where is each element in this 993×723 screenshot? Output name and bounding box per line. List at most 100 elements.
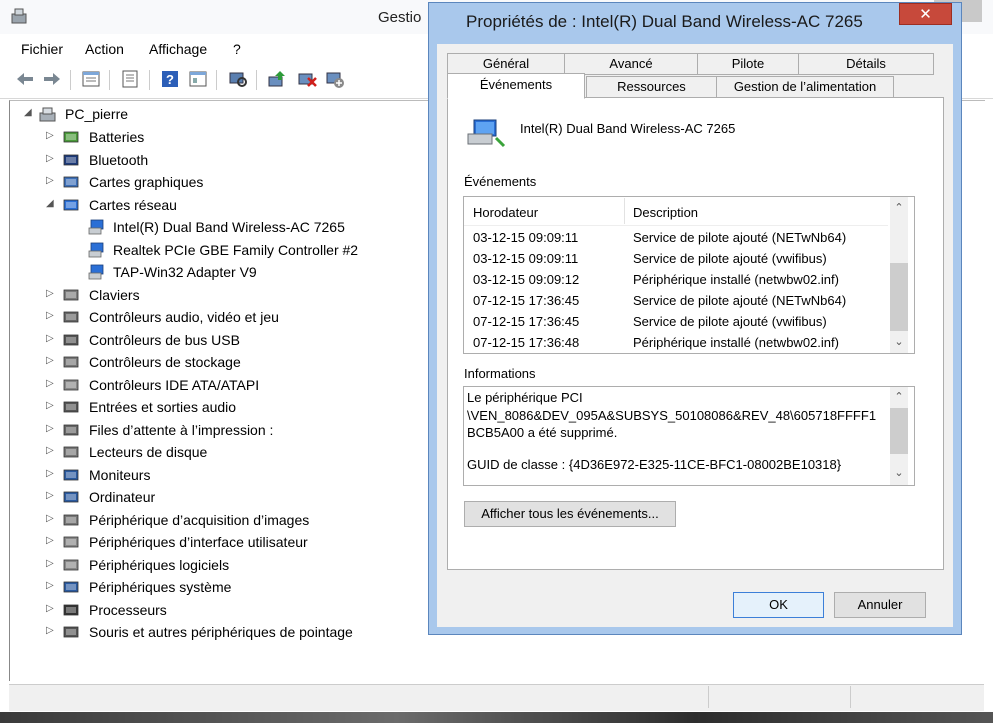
- properties-list-icon[interactable]: [80, 68, 102, 90]
- header-divider: [464, 225, 888, 226]
- expand-arrow-icon[interactable]: ▷: [46, 153, 56, 164]
- expand-arrow-icon[interactable]: ▷: [46, 333, 56, 344]
- forward-icon[interactable]: [41, 68, 63, 90]
- printer-icon: [63, 424, 79, 436]
- status-bar: [9, 684, 984, 711]
- expand-arrow-icon[interactable]: ▷: [46, 423, 56, 434]
- show-all-events-button[interactable]: Afficher tous les événements...: [464, 501, 676, 527]
- tab-evenements[interactable]: Événements: [447, 73, 585, 99]
- event-description[interactable]: Périphérique installé (netwbw02.inf): [633, 269, 839, 290]
- scroll-down-icon[interactable]: ⌄: [890, 334, 908, 350]
- expand-arrow-icon[interactable]: ▷: [46, 355, 56, 366]
- device-name: Intel(R) Dual Band Wireless-AC 7265: [520, 121, 736, 136]
- event-time[interactable]: 07-12-15 17:36:45: [473, 290, 579, 311]
- scroll-up-icon[interactable]: ⌃: [890, 389, 908, 405]
- scroll-down-icon[interactable]: ⌄: [890, 465, 908, 481]
- battery-icon: [63, 131, 79, 143]
- tab-details[interactable]: Détails: [798, 53, 934, 75]
- tree-category-label: Files d’attente à l’impression :: [89, 422, 274, 438]
- menu-action[interactable]: Action: [85, 41, 124, 57]
- disable-icon[interactable]: [296, 68, 318, 90]
- column-header-description[interactable]: Description: [633, 200, 698, 226]
- expand-arrow-icon[interactable]: ▷: [46, 603, 56, 614]
- scan-hardware-icon[interactable]: [227, 68, 249, 90]
- ide-controller-icon: [63, 379, 79, 391]
- tree-category-label: Périphériques système: [89, 579, 232, 595]
- event-time[interactable]: 07-12-15 17:36:45: [473, 311, 579, 332]
- expand-arrow-icon[interactable]: ▷: [46, 535, 56, 546]
- tab-pilote[interactable]: Pilote: [697, 53, 799, 75]
- expand-arrow-icon[interactable]: ▷: [46, 625, 56, 636]
- expand-arrow-icon[interactable]: ▷: [46, 468, 56, 479]
- expand-arrow-icon[interactable]: ▷: [46, 513, 56, 524]
- expand-arrow-icon[interactable]: ▷: [46, 175, 56, 186]
- info-line: GUID de classe : {4D36E972-E325-11CE-BFC…: [467, 457, 842, 472]
- tab-general[interactable]: Général: [447, 53, 565, 75]
- view-pane-icon[interactable]: [187, 68, 209, 90]
- dialog-close-button[interactable]: ✕: [899, 3, 952, 25]
- toolbar-separator: [109, 70, 110, 90]
- event-description[interactable]: Service de pilote ajouté (NETwNb64): [633, 227, 846, 248]
- tab-ressources[interactable]: Ressources: [586, 76, 717, 98]
- uninstall-icon[interactable]: [324, 68, 346, 90]
- tab-avance[interactable]: Avancé: [564, 53, 698, 75]
- event-description[interactable]: Service de pilote ajouté (vwifibus): [633, 248, 827, 269]
- update-driver-icon[interactable]: [266, 68, 288, 90]
- event-time[interactable]: 03-12-15 09:09:11: [473, 248, 578, 269]
- svg-text:?: ?: [166, 72, 174, 87]
- status-bar-divider: [708, 686, 709, 708]
- back-icon[interactable]: [14, 68, 36, 90]
- menu-help[interactable]: ?: [233, 41, 241, 57]
- tree-category-label: Moniteurs: [89, 467, 151, 483]
- network-adapter-icon: [88, 242, 104, 258]
- event-time[interactable]: 07-12-15 17:36:48: [473, 332, 579, 353]
- collapse-arrow-icon[interactable]: ◢: [46, 198, 56, 209]
- network-adapter-icon: [88, 219, 104, 235]
- expand-arrow-icon[interactable]: ▷: [46, 445, 56, 456]
- event-description[interactable]: Service de pilote ajouté (vwifibus): [633, 311, 827, 332]
- status-bar-divider: [850, 686, 851, 708]
- mouse-icon: [63, 626, 79, 638]
- menu-affichage[interactable]: Affichage: [149, 41, 207, 57]
- expand-arrow-icon[interactable]: ▷: [46, 288, 56, 299]
- monitor-icon: [63, 469, 79, 481]
- column-separator[interactable]: [624, 198, 625, 224]
- menu-fichier[interactable]: Fichier: [21, 41, 63, 57]
- event-time[interactable]: 03-12-15 09:09:11: [473, 227, 578, 248]
- expand-arrow-icon[interactable]: ▷: [46, 490, 56, 501]
- collapse-arrow-icon[interactable]: ◢: [24, 107, 34, 118]
- info-scroll-thumb[interactable]: [890, 408, 908, 454]
- toolbar-separator: [149, 70, 150, 90]
- event-description[interactable]: Périphérique installé (netwbw02.inf): [633, 332, 839, 353]
- tree-category-label: Processeurs: [89, 602, 167, 618]
- cancel-button[interactable]: Annuler: [834, 592, 926, 618]
- network-adapter-icon: [467, 119, 506, 148]
- info-line: BCB5A00 a été supprimé.: [467, 425, 618, 440]
- expand-arrow-icon[interactable]: ▷: [46, 558, 56, 569]
- keyboard-icon: [63, 289, 79, 301]
- expand-arrow-icon[interactable]: ▷: [46, 310, 56, 321]
- expand-arrow-icon[interactable]: ▷: [46, 378, 56, 389]
- column-header-horodateur[interactable]: Horodateur: [473, 200, 538, 226]
- disk-drive-icon: [63, 446, 79, 458]
- tree-category-label: Contrôleurs de stockage: [89, 354, 241, 370]
- tree-device-label: Intel(R) Dual Band Wireless-AC 7265: [113, 219, 345, 235]
- ok-button[interactable]: OK: [733, 592, 824, 618]
- device-manager-title: Gestio: [378, 9, 422, 26]
- tree-category-label: Contrôleurs audio, vidéo et jeu: [89, 309, 279, 325]
- events-scroll-thumb[interactable]: [890, 263, 908, 331]
- dialog-title: Propriétés de : Intel(R) Dual Band Wirel…: [466, 12, 863, 31]
- details-icon[interactable]: [119, 68, 141, 90]
- expand-arrow-icon[interactable]: ▷: [46, 580, 56, 591]
- scroll-up-icon[interactable]: ⌃: [890, 200, 908, 216]
- help-icon[interactable]: ?: [159, 68, 181, 90]
- event-description[interactable]: Service de pilote ajouté (NETwNb64): [633, 290, 846, 311]
- device-manager-app-icon: [11, 8, 27, 24]
- tree-category-label: Ordinateur: [89, 489, 156, 505]
- tree-root-label: PC_pierre: [65, 106, 129, 122]
- expand-arrow-icon[interactable]: ▷: [46, 400, 56, 411]
- event-time[interactable]: 03-12-15 09:09:12: [473, 269, 579, 290]
- tree-category-label: Contrôleurs de bus USB: [89, 332, 240, 348]
- tab-gestion-alimentation[interactable]: Gestion de l’alimentation: [716, 76, 894, 98]
- expand-arrow-icon[interactable]: ▷: [46, 130, 56, 141]
